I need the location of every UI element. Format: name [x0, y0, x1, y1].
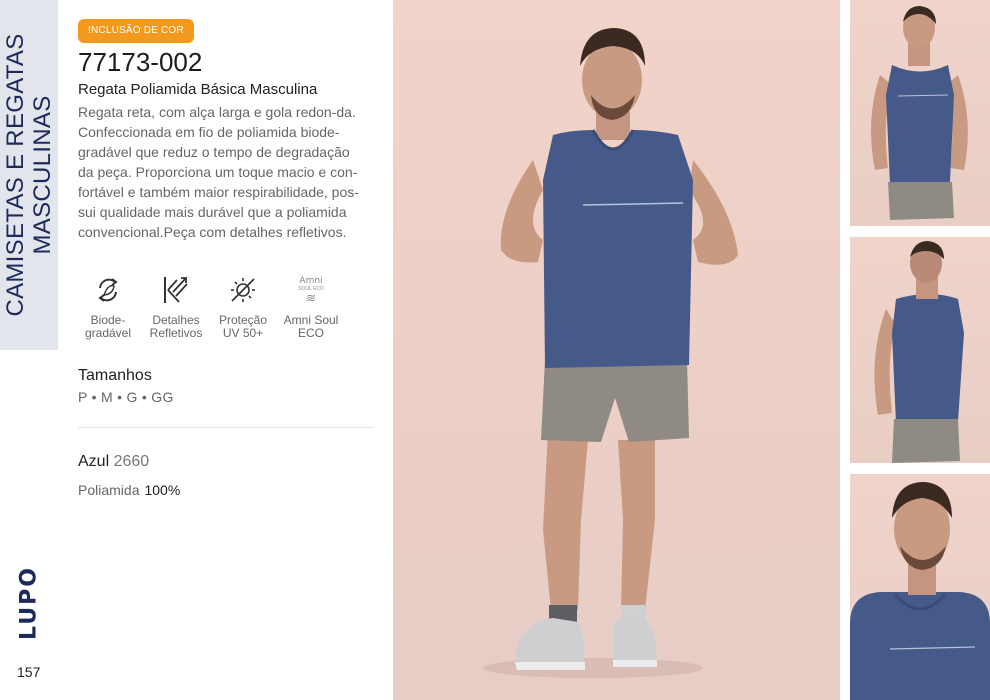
brand-logo: LUPO — [16, 566, 42, 640]
page-number: 157 — [17, 664, 41, 680]
feature-biodegradable: Biode- gradável — [78, 270, 138, 340]
biodegradable-icon — [98, 278, 118, 302]
composition: Poliamida 100% — [78, 482, 180, 498]
category-sidebar: CAMISETAS E REGATAS MASCULINAS LUPO 157 — [0, 0, 58, 700]
composition-percent: 100% — [144, 482, 181, 498]
color-name: Azul — [78, 453, 110, 470]
divider — [78, 427, 374, 428]
sizes-list: P • M • G • GG — [78, 389, 174, 405]
product-name: Regata Poliamida Básica Masculina — [78, 81, 318, 98]
product-code: 77173-002 — [78, 47, 203, 77]
feature-label: Amni Soul ECO — [283, 313, 339, 340]
sizes-heading: Tamanhos — [78, 367, 152, 384]
composition-material: Poliamida — [78, 482, 140, 498]
product-description: Regata reta, com alça larga e gola redon… — [78, 104, 359, 240]
feature-icons: Biode- gradável Detalhes Refletivos Prot… — [78, 270, 358, 350]
thumbnail-detail — [850, 474, 990, 700]
amni-soul-eco-icon: Amni SOUL ECO ≋ — [298, 275, 324, 305]
feature-label: Detalhes Refletivos — [149, 313, 203, 340]
feature-label: Biode- gradável — [84, 313, 132, 340]
color-info: Azul 2660 — [78, 453, 149, 471]
uv-protection-icon — [231, 278, 255, 302]
color-code: 2660 — [113, 453, 150, 470]
new-color-badge: INCLUSÃO DE COR — [78, 19, 194, 43]
feature-reflective: Detalhes Refletivos — [146, 270, 206, 340]
feature-uv-protection: Proteção UV 50+ — [213, 270, 273, 340]
feature-amni-soul-eco: Amni SOUL ECO ≋ Amni Soul ECO — [281, 270, 341, 340]
product-info-panel: INCLUSÃO DE COR 77173-002 Regata Poliami… — [58, 0, 393, 700]
main-product-photo — [393, 0, 840, 700]
model-illustration — [483, 28, 738, 678]
thumbnail-front — [850, 0, 990, 226]
feature-label: Proteção UV 50+ — [218, 313, 268, 340]
category-title: CAMISETAS E REGATAS MASCULINAS — [2, 33, 56, 317]
reflective-icon — [164, 277, 188, 303]
thumbnail-back — [850, 237, 990, 463]
